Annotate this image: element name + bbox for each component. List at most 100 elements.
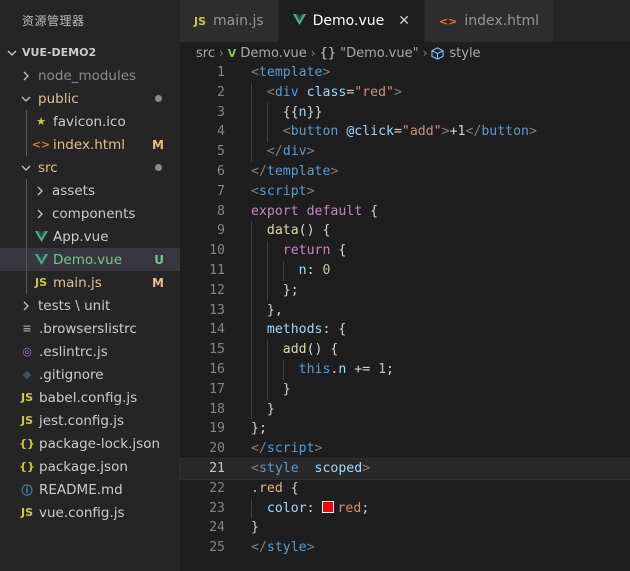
code-token: this bbox=[298, 361, 331, 377]
breadcrumb-section[interactable]: style bbox=[449, 46, 480, 61]
project-section-header[interactable]: VUE-DEMO2 bbox=[0, 42, 180, 64]
explorer-sidebar: 资源管理器 VUE-DEMO2 node_modules public ★ favic… bbox=[0, 0, 180, 571]
code-token: > bbox=[306, 540, 315, 556]
code-token: default bbox=[306, 203, 363, 219]
tab-Demo-vue[interactable]: Demo.vue ✕ bbox=[278, 0, 425, 42]
code-line[interactable]: 1 <template> bbox=[180, 63, 630, 83]
eslint-icon: ◎ bbox=[22, 345, 32, 358]
close-icon[interactable]: ✕ bbox=[398, 13, 410, 29]
code-line[interactable]: 5 </div> bbox=[180, 142, 630, 162]
vue-icon bbox=[34, 254, 48, 265]
code-line[interactable]: 4 <button @click="add">+1</button> bbox=[180, 122, 630, 143]
tree-item[interactable]: {} package-lock.json bbox=[0, 432, 180, 455]
tree-item[interactable]: JS vue.config.js bbox=[0, 501, 180, 524]
tree-item-label: main.js bbox=[53, 274, 102, 291]
code-text: export default { bbox=[251, 202, 378, 222]
code-line[interactable]: 22 .red { bbox=[180, 479, 630, 499]
code-text: } bbox=[251, 380, 291, 400]
code-token: data bbox=[266, 223, 299, 239]
tree-item[interactable]: JS babel.config.js bbox=[0, 386, 180, 409]
code-line[interactable]: 25 </style> bbox=[180, 538, 630, 558]
breadcrumb-component[interactable]: "Demo.vue" bbox=[340, 46, 418, 61]
breadcrumb-folder[interactable]: src bbox=[196, 46, 215, 61]
code-text: }; bbox=[251, 281, 299, 301]
code-editor[interactable]: 1 <template> 2 <div class="red"> 3 {{n}} 4 <… bbox=[179, 63, 630, 558]
chevron-down-icon bbox=[20, 93, 32, 105]
code-line[interactable]: 6 </template> bbox=[180, 162, 630, 182]
tree-item[interactable]: ≡ .browserslistrc bbox=[0, 317, 180, 340]
js-icon: JS bbox=[194, 14, 207, 28]
line-number: 5 bbox=[217, 144, 225, 160]
code-token: > bbox=[528, 124, 537, 140]
code-line[interactable]: 23 color: red; bbox=[180, 498, 630, 519]
code-line[interactable]: 7 <script> bbox=[180, 182, 630, 202]
breadcrumb-separator-icon: › bbox=[218, 46, 224, 60]
tree-item[interactable]: ◎ .eslintrc.js bbox=[0, 340, 180, 363]
code-token: template bbox=[266, 163, 331, 179]
code-line[interactable]: 19}; bbox=[180, 419, 630, 439]
tree-item[interactable]: assets bbox=[0, 179, 180, 202]
code-line[interactable]: 17 } bbox=[180, 379, 630, 400]
code-line[interactable]: 18 } bbox=[180, 399, 630, 420]
chevron-right-icon bbox=[34, 208, 46, 220]
code-line[interactable]: 2 <div class="red"> bbox=[180, 82, 630, 103]
tree-item[interactable]: Demo.vue U bbox=[0, 248, 180, 271]
code-token: > bbox=[306, 183, 315, 199]
code-token: ; bbox=[361, 500, 370, 516]
tab-index-html[interactable]: <> index.html bbox=[424, 0, 555, 42]
code-line[interactable]: 13 }, bbox=[180, 300, 630, 321]
tree-item[interactable]: src bbox=[0, 156, 180, 179]
code-token: red bbox=[337, 500, 362, 516]
code-line[interactable]: 8 export default { bbox=[180, 202, 630, 222]
code-line[interactable]: 9 data() { bbox=[180, 221, 630, 242]
code-token: > bbox=[330, 163, 339, 179]
code-line[interactable]: 10 return { bbox=[180, 241, 630, 261]
line-number: 12 bbox=[209, 282, 225, 298]
tree-item[interactable]: <> index.html M bbox=[0, 133, 180, 156]
code-line[interactable]: 24} bbox=[180, 518, 630, 538]
tab-label: Demo.vue bbox=[312, 13, 385, 29]
tree-item[interactable]: JS main.js M bbox=[0, 271, 180, 294]
tree-item[interactable]: node_modules bbox=[0, 64, 180, 87]
line-number: 25 bbox=[209, 540, 225, 556]
chevron-right-icon bbox=[20, 70, 32, 82]
tree-item[interactable]: {} package.json bbox=[0, 455, 180, 478]
color-swatch-icon[interactable] bbox=[322, 500, 335, 513]
tree-item-label: src bbox=[38, 159, 58, 176]
breadcrumb-file[interactable]: Demo.vue bbox=[240, 46, 306, 61]
code-token: > bbox=[322, 65, 331, 80]
html-icon: <> bbox=[31, 138, 51, 151]
tab-main-js[interactable]: JS main.js bbox=[180, 0, 279, 42]
tree-item[interactable]: tests \ unit bbox=[0, 294, 180, 317]
code-line[interactable]: 21 <style scoped> bbox=[179, 457, 630, 480]
git-icon: ◆ bbox=[22, 368, 32, 381]
line-number: 16 bbox=[209, 361, 225, 377]
tree-item[interactable]: public bbox=[0, 87, 180, 110]
code-line[interactable]: 12 }; bbox=[180, 280, 630, 301]
file-lines-icon: ≡ bbox=[22, 322, 32, 335]
tree-item[interactable]: ⓘ README.md bbox=[0, 478, 180, 501]
code-line[interactable]: 20 </script> bbox=[180, 439, 630, 459]
tree-item-label: components bbox=[52, 205, 136, 222]
git-status-badge: U bbox=[154, 252, 164, 267]
tree-item[interactable]: ◆ .gitignore bbox=[0, 363, 180, 386]
tree-item[interactable]: components bbox=[0, 202, 180, 225]
tree-item-label: jest.config.js bbox=[39, 412, 125, 429]
code-line[interactable]: 14 methods: { bbox=[180, 320, 630, 341]
tree-item[interactable]: App.vue bbox=[0, 225, 180, 248]
tree-item[interactable]: JS jest.config.js bbox=[0, 409, 180, 432]
tree-item-label: assets bbox=[52, 182, 95, 199]
tree-item-label: README.md bbox=[39, 481, 123, 498]
breadcrumb: src › V Demo.vue › {} "Demo.vue" › style bbox=[180, 42, 630, 64]
json-icon: {} bbox=[19, 460, 35, 473]
code-line[interactable]: 3 {{n}} bbox=[180, 102, 630, 123]
code-line[interactable]: 15 add() { bbox=[180, 340, 630, 360]
code-line[interactable]: 11 n: 0 bbox=[180, 260, 630, 281]
tree-item[interactable]: ★ favicon.ico bbox=[0, 110, 180, 133]
code-line[interactable]: 16 this.n += 1; bbox=[180, 359, 630, 380]
tree-item-label: package-lock.json bbox=[39, 435, 161, 452]
code-text: <style scoped> bbox=[251, 459, 370, 479]
